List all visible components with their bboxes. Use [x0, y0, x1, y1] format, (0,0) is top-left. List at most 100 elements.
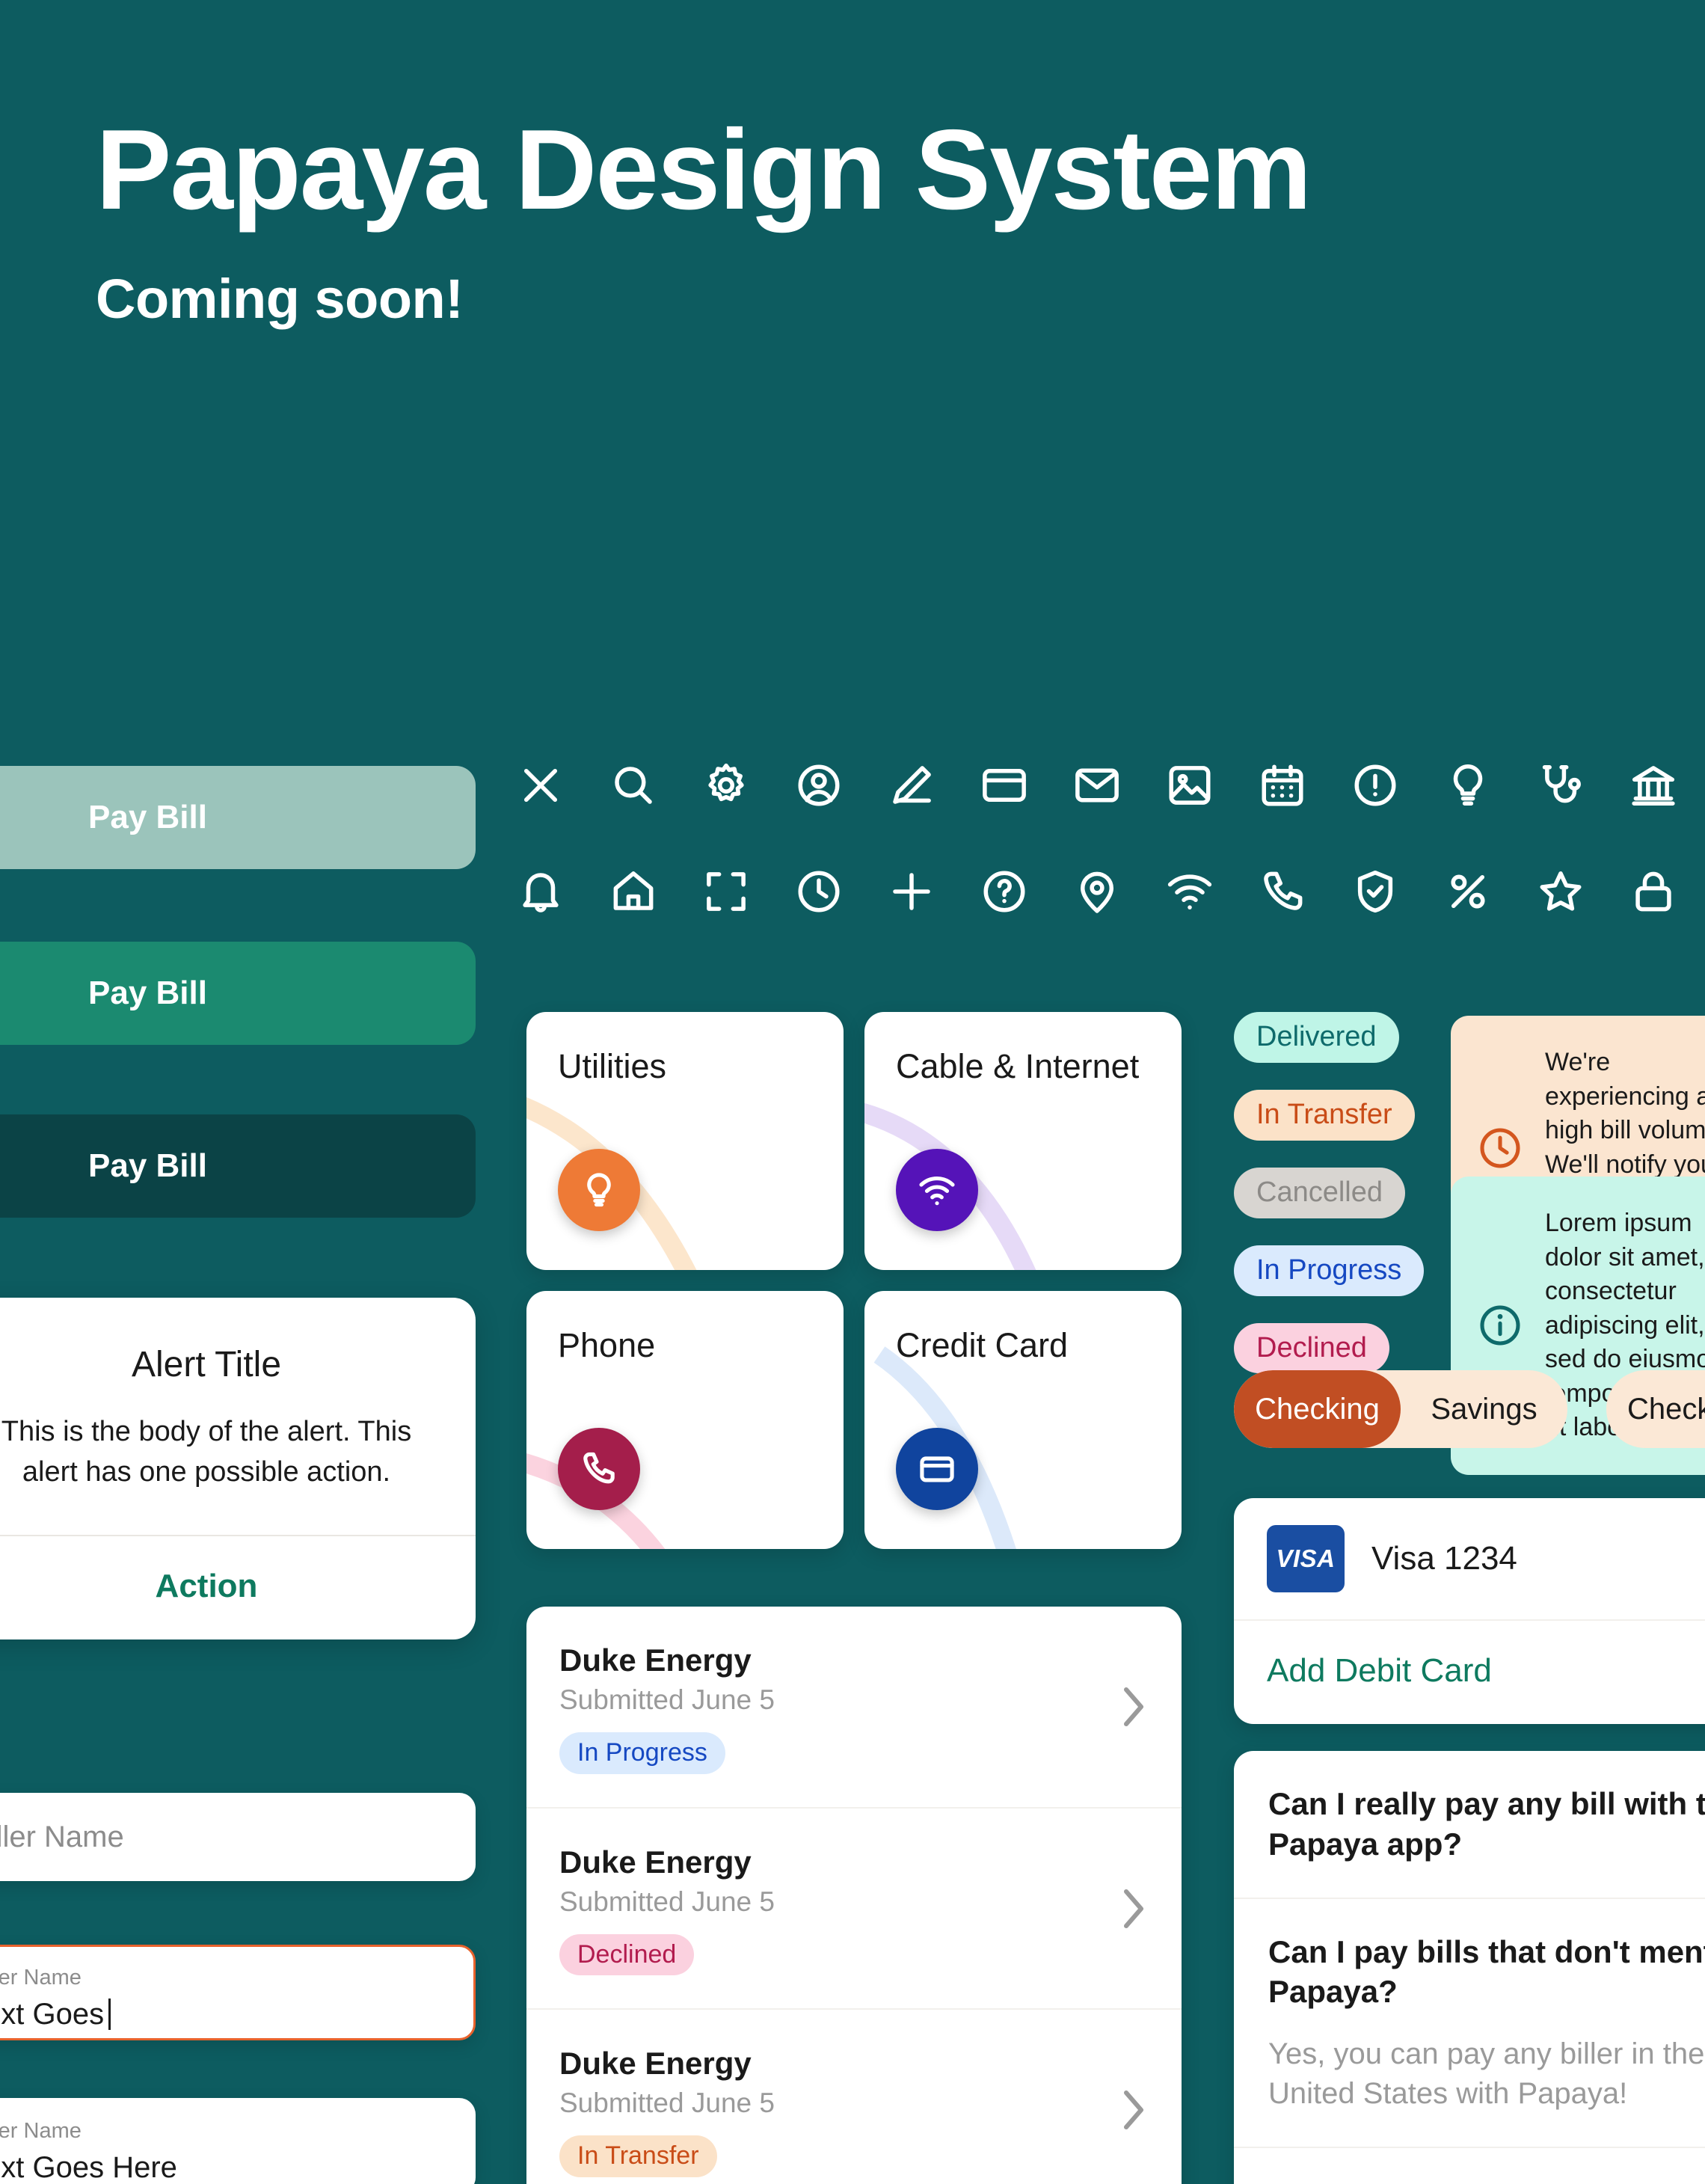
chevron-right-icon[interactable]: [1122, 1887, 1147, 1930]
faq-accordion: Can I really pay any bill with the Papay…: [1234, 1751, 1705, 2184]
hero-section: Papaya Design System Coming soon!: [96, 106, 1666, 331]
input-placeholder: Biller Name: [0, 1820, 124, 1853]
lock-icon[interactable]: [1629, 854, 1705, 929]
input-value: Text Goes Here: [0, 2150, 177, 2184]
segment-checking[interactable]: Checking: [1606, 1370, 1705, 1448]
alert-body: Alert Title This is the body of the aler…: [0, 1298, 476, 1535]
category-card-grid: Utilities Cable & Internet Phone Credit …: [526, 1012, 1182, 1549]
biller-name-input-empty[interactable]: Biller Name: [0, 1793, 476, 1881]
input-label: Biller Name: [0, 2119, 82, 2143]
bill-name: Duke Energy: [559, 1642, 752, 1678]
map-pin-icon[interactable]: [1072, 854, 1165, 929]
star-icon[interactable]: [1536, 854, 1629, 929]
bill-date: Submitted June 5: [559, 2088, 775, 2119]
alert-dialog: Alert Title This is the body of the aler…: [0, 1298, 476, 1639]
icon-gallery: [516, 748, 1705, 960]
fullscreen-icon[interactable]: [701, 854, 794, 929]
category-card-credit-card[interactable]: Credit Card: [864, 1291, 1182, 1549]
table-row[interactable]: Duke Energy Submitted June 5 In Transfer: [526, 2010, 1182, 2184]
bill-name: Duke Energy: [559, 1844, 752, 1880]
segment-savings[interactable]: Savings: [1401, 1370, 1567, 1448]
icon-row-2: [516, 854, 1705, 929]
chevron-right-icon[interactable]: [1122, 1685, 1147, 1729]
alert-action-button[interactable]: Action: [0, 1536, 476, 1639]
chevron-right-icon[interactable]: [1122, 2088, 1147, 2132]
category-card-utilities[interactable]: Utilities: [526, 1012, 844, 1270]
biller-name-input-filled[interactable]: Biller Name Text Goes Here: [0, 2098, 476, 2184]
category-card-cable-internet[interactable]: Cable & Internet: [864, 1012, 1182, 1270]
faq-question: Can I really pay any bill with the Papay…: [1268, 1786, 1705, 1862]
account-type-segmented-control[interactable]: Checking Savings: [1234, 1370, 1567, 1448]
user-circle-icon[interactable]: [794, 748, 887, 823]
status-badge: In Progress: [559, 1732, 725, 1774]
stethoscope-icon[interactable]: [1536, 748, 1629, 823]
close-icon[interactable]: [516, 748, 609, 823]
status-badge: In Transfer: [559, 2135, 717, 2178]
info-circle-icon: [1476, 1301, 1524, 1349]
page-title: Papaya Design System: [96, 106, 1312, 233]
home-icon[interactable]: [609, 854, 701, 929]
wifi-icon: [896, 1149, 978, 1231]
visa-logo-icon: VISA: [1267, 1525, 1345, 1592]
status-badge-cancelled: Cancelled: [1234, 1167, 1405, 1218]
status-badge-gallery: Delivered In Transfer Cancelled In Progr…: [1234, 1012, 1425, 1400]
faq-question: Can I pay bills that don't mention Papay…: [1268, 1933, 1705, 2010]
credit-card-icon[interactable]: [980, 748, 1072, 823]
credit-card-icon: [896, 1428, 978, 1510]
search-icon[interactable]: [609, 748, 701, 823]
icon-row-1: [516, 748, 1705, 823]
gear-icon[interactable]: [701, 748, 794, 823]
biller-name-input-focused[interactable]: Biller Name Text Goes: [0, 1945, 476, 2040]
payment-method-label: Visa 1234: [1371, 1540, 1517, 1577]
status-badge-in-progress: In Progress: [1234, 1245, 1425, 1296]
bill-name: Duke Energy: [559, 2046, 752, 2082]
payment-method-card: VISA Visa 1234 Add Debit Card: [1234, 1498, 1705, 1724]
bill-list: Duke Energy Submitted June 5 In Progress…: [526, 1607, 1182, 2184]
clock-icon[interactable]: [794, 854, 887, 929]
wifi-icon[interactable]: [1165, 854, 1258, 929]
pay-bill-button-medium[interactable]: Pay Bill: [0, 942, 476, 1045]
category-card-phone[interactable]: Phone: [526, 1291, 844, 1549]
image-icon[interactable]: [1165, 748, 1258, 823]
alert-title: Alert Title: [131, 1345, 282, 1384]
category-title: Utilities: [558, 1047, 667, 1085]
help-circle-icon[interactable]: [980, 854, 1072, 929]
percent-icon[interactable]: [1443, 854, 1536, 929]
status-badge-delivered: Delivered: [1234, 1012, 1399, 1063]
category-title: Cable & Internet: [896, 1047, 1140, 1085]
table-row[interactable]: Duke Energy Submitted June 5 Declined: [526, 1809, 1182, 2010]
status-badge: Declined: [559, 1933, 695, 1976]
payment-method-row[interactable]: VISA Visa 1234: [1234, 1498, 1705, 1621]
mail-icon[interactable]: [1072, 748, 1165, 823]
pencil-icon[interactable]: [887, 748, 980, 823]
account-type-segmented-control-secondary[interactable]: Checking Savings: [1606, 1370, 1705, 1448]
bill-date: Submitted June 5: [559, 1684, 775, 1715]
bank-icon[interactable]: [1629, 748, 1705, 823]
add-debit-card-button[interactable]: Add Debit Card: [1234, 1621, 1705, 1724]
pay-bill-button-dark[interactable]: Pay Bill: [0, 1114, 476, 1218]
text-caret: [108, 1998, 111, 2030]
alert-message: This is the body of the alert. This aler…: [1, 1416, 412, 1488]
bill-date: Submitted June 5: [559, 1886, 775, 1917]
category-title: Phone: [558, 1326, 656, 1364]
category-title: Credit Card: [896, 1326, 1069, 1364]
faq-item[interactable]: Can I pay bills that don't mention Papay…: [1234, 1899, 1705, 2148]
faq-item[interactable]: Can I really pay any bill with the Papay…: [1234, 1751, 1705, 1899]
faq-answer: Yes, you can pay any biller in the Unite…: [1268, 2037, 1705, 2110]
bell-icon[interactable]: [516, 854, 609, 929]
table-row[interactable]: Duke Energy Submitted June 5 In Progress: [526, 1607, 1182, 1809]
shield-check-icon[interactable]: [1351, 854, 1443, 929]
visa-wordmark: VISA: [1276, 1545, 1336, 1572]
faq-question: How do I know if my payment was received…: [1268, 2181, 1705, 2184]
faq-item[interactable]: How do I know if my payment was received…: [1234, 2148, 1705, 2184]
phone-icon[interactable]: [1258, 854, 1351, 929]
pay-bill-button-light[interactable]: Pay Bill: [0, 766, 476, 869]
segment-checking[interactable]: Checking: [1234, 1370, 1401, 1448]
calendar-icon[interactable]: [1258, 748, 1351, 823]
clock-icon: [1476, 1124, 1524, 1172]
input-value: Text Goes: [0, 1998, 443, 2031]
status-badge-declined: Declined: [1234, 1322, 1389, 1374]
plus-icon[interactable]: [887, 854, 980, 929]
lightbulb-icon[interactable]: [1443, 748, 1536, 823]
alert-circle-icon[interactable]: [1351, 748, 1443, 823]
